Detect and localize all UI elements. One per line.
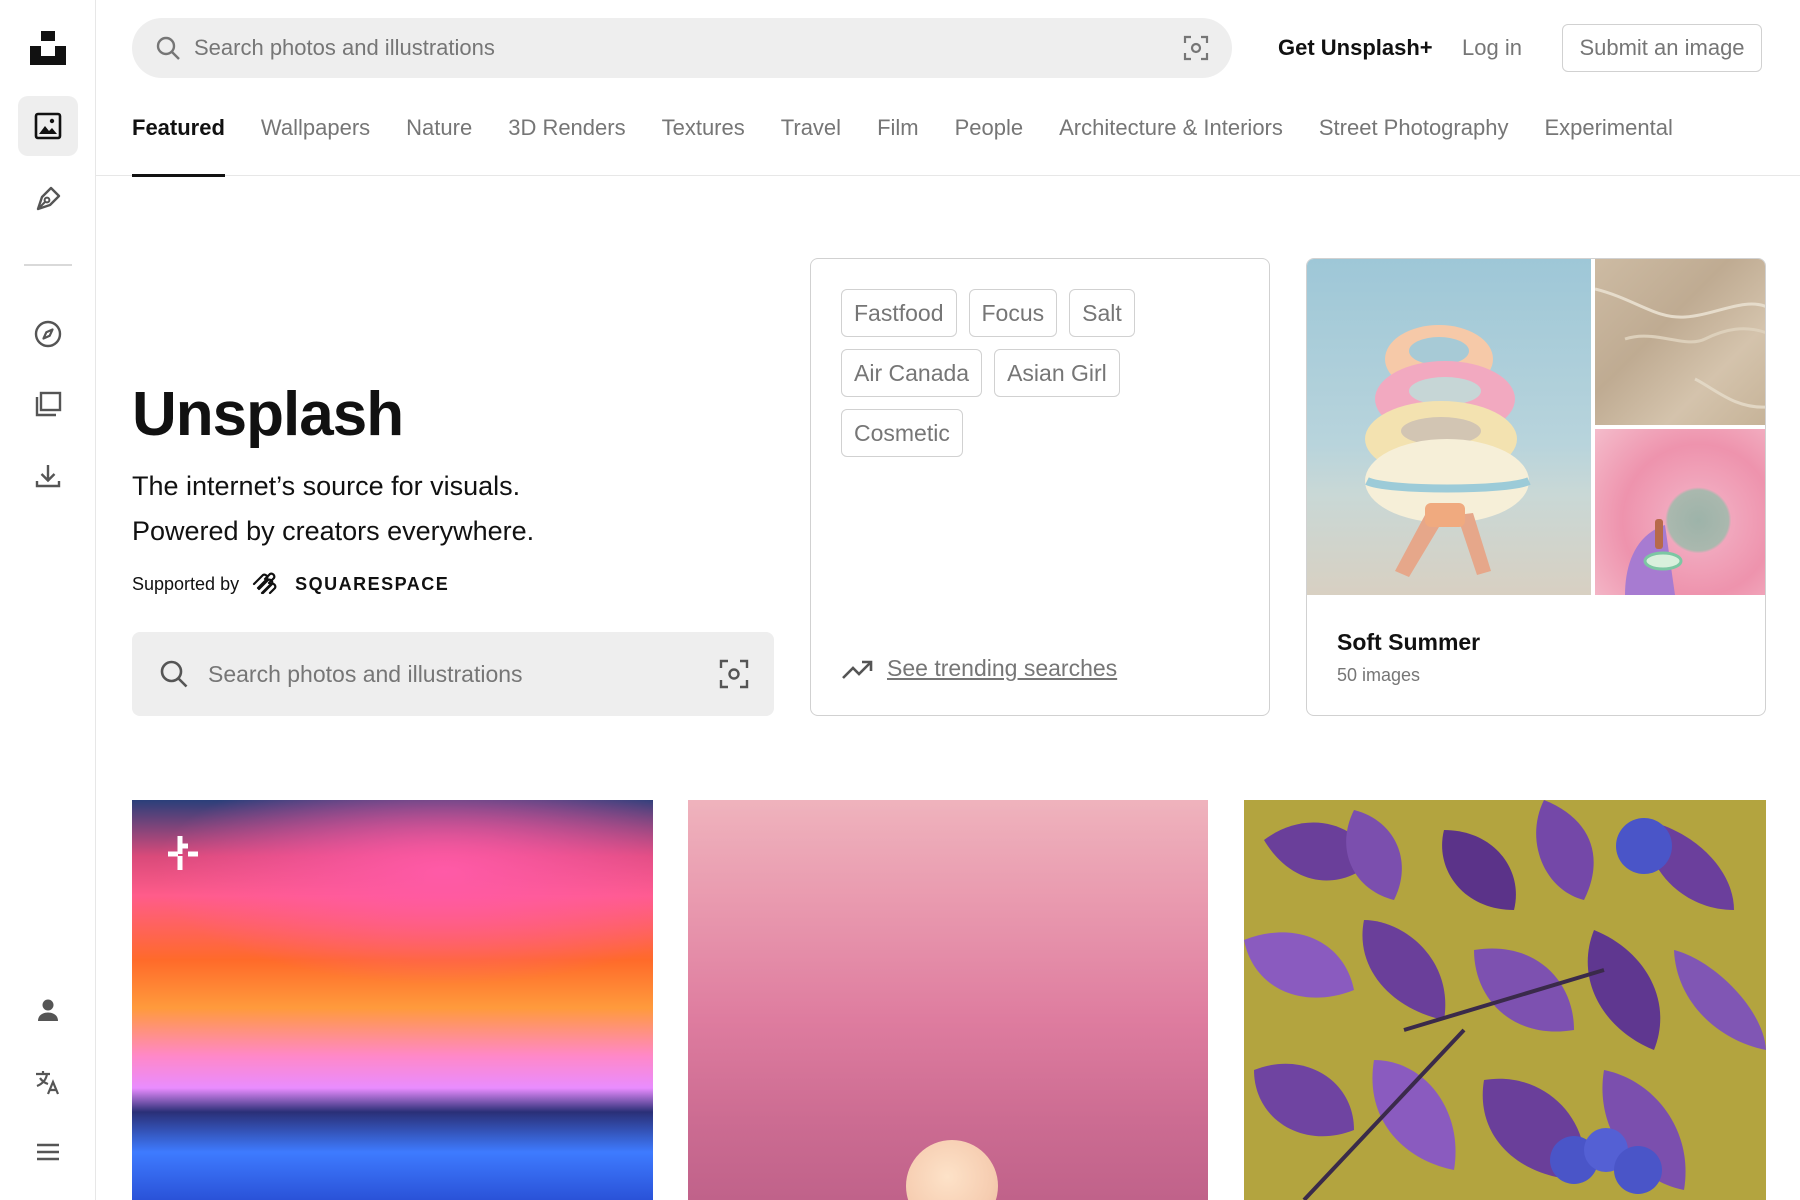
header-search-bar[interactable]	[132, 18, 1232, 78]
trending-chip[interactable]: Asian Girl	[994, 349, 1120, 397]
user-icon[interactable]	[18, 980, 78, 1040]
topic-nav: Featured Wallpapers Nature 3D Renders Te…	[132, 104, 1673, 177]
photos-icon[interactable]	[18, 96, 78, 156]
language-translate-icon[interactable]	[18, 1052, 78, 1112]
trending-link-row: See trending searches	[841, 655, 1117, 682]
moon-shape	[906, 1140, 998, 1200]
tab-3d-renders[interactable]: 3D Renders	[508, 104, 625, 176]
trending-chip[interactable]: Cosmetic	[841, 409, 963, 457]
tab-wallpapers[interactable]: Wallpapers	[261, 104, 370, 176]
supported-by-label: Supported by	[132, 573, 240, 594]
tab-travel[interactable]: Travel	[781, 104, 841, 176]
hero-tagline-1: The internet’s source for visuals.	[132, 471, 521, 501]
collection-name[interactable]: Soft Summer	[1337, 629, 1480, 656]
hero-tagline-2: Powered by creators everywhere.	[132, 516, 535, 546]
collection-count: 50 images	[1337, 665, 1421, 685]
hero-section: Unsplash The internet’s source for visua…	[132, 380, 772, 598]
menu-icon[interactable]	[18, 1122, 78, 1182]
pink-slide-figure	[1625, 519, 1683, 595]
see-trending-searches-link[interactable]: See trending searches	[887, 655, 1117, 682]
hero-search-input[interactable]	[208, 632, 688, 716]
sponsor-line: Supported by SQUARESPACE	[132, 570, 772, 598]
swim-rings-figure	[1365, 325, 1531, 577]
tab-architecture-interiors[interactable]: Architecture & Interiors	[1059, 104, 1283, 176]
visual-search-icon[interactable]	[1182, 34, 1210, 62]
purple-leaves-pattern	[1244, 800, 1766, 1200]
tab-people[interactable]: People	[955, 104, 1024, 176]
sidebar-divider	[24, 264, 72, 266]
header-search-input[interactable]	[194, 18, 1154, 78]
collection-pink-slide-image[interactable]	[1595, 429, 1765, 595]
sponsor-name[interactable]: SQUARESPACE	[295, 574, 449, 595]
tab-street-photography[interactable]: Street Photography	[1319, 104, 1509, 176]
visual-search-icon[interactable]	[718, 658, 750, 690]
unsplash-logo-icon[interactable]	[30, 30, 66, 66]
trending-up-icon	[842, 660, 873, 679]
trending-chip[interactable]: Focus	[968, 289, 1058, 337]
trending-chip[interactable]: Air Canada	[841, 349, 983, 397]
illustrations-pen-icon[interactable]	[18, 168, 78, 228]
get-unsplash-plus-link[interactable]: Get Unsplash+	[1278, 24, 1433, 72]
collections-icon[interactable]	[18, 374, 78, 434]
featured-collection-card[interactable]: Soft Summer 50 images	[1306, 258, 1766, 716]
left-sidebar	[0, 0, 96, 1200]
explore-compass-icon[interactable]	[18, 304, 78, 364]
top-header: Get Unsplash+ Log in Submit an image Fea…	[96, 0, 1800, 177]
search-icon[interactable]	[158, 658, 190, 690]
tab-textures[interactable]: Textures	[662, 104, 745, 176]
login-link[interactable]: Log in	[1462, 24, 1522, 72]
photo-gradient-waves[interactable]	[132, 800, 653, 1200]
trending-chips: Fastfood Focus Salt Air Canada Asian Gir…	[841, 289, 1241, 457]
download-icon[interactable]	[18, 446, 78, 506]
tab-film[interactable]: Film	[877, 104, 919, 176]
trending-chip[interactable]: Fastfood	[841, 289, 957, 337]
trending-searches-card: Fastfood Focus Salt Air Canada Asian Gir…	[810, 258, 1270, 716]
collection-sand-image[interactable]	[1594, 259, 1765, 425]
tab-experimental[interactable]: Experimental	[1544, 104, 1672, 176]
collection-cover-image[interactable]	[1307, 259, 1591, 595]
plus-sparkle-icon	[168, 836, 198, 870]
search-icon[interactable]	[154, 34, 182, 62]
page-title: Unsplash	[132, 380, 404, 449]
photo-pink-sky-moon[interactable]	[688, 800, 1208, 1200]
squarespace-logo-icon[interactable]	[251, 570, 283, 598]
trending-chip[interactable]: Salt	[1069, 289, 1135, 337]
sand-texture	[1594, 287, 1765, 409]
tab-nature[interactable]: Nature	[406, 104, 472, 176]
submit-image-button[interactable]: Submit an image	[1562, 24, 1762, 72]
hero-search-bar[interactable]	[132, 632, 774, 716]
tab-featured[interactable]: Featured	[132, 104, 225, 177]
photo-purple-leaves[interactable]	[1244, 800, 1766, 1200]
